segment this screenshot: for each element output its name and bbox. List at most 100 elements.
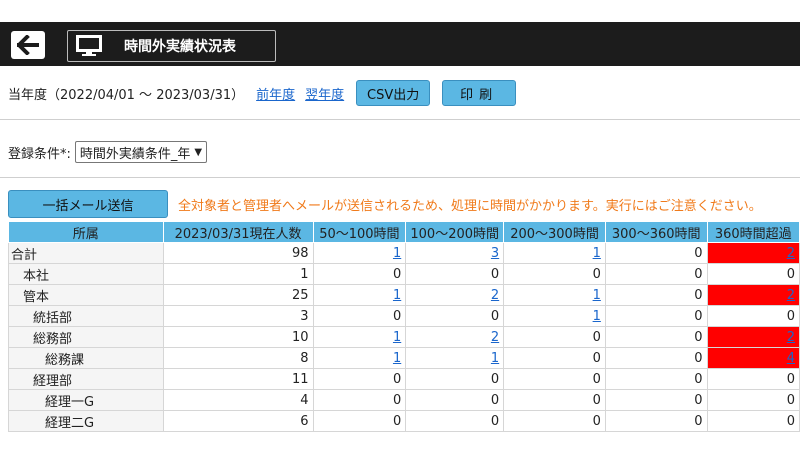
count-link[interactable]: 1: [393, 288, 401, 303]
count-link[interactable]: 1: [593, 246, 601, 261]
table-cell: 6: [162, 410, 314, 432]
table-cell: 2: [706, 326, 800, 348]
count-link[interactable]: 1: [593, 288, 601, 303]
table-cell: 4: [706, 347, 800, 369]
department-name: 本社: [8, 263, 164, 285]
table-row: 統括部 3 0 0 1 0 0: [8, 305, 800, 327]
table-cell: 3: [162, 305, 314, 327]
department-name: 総務課: [8, 347, 164, 369]
prev-year-link[interactable]: 前年度: [256, 84, 295, 103]
back-button[interactable]: [11, 31, 45, 59]
period-label: 当年度（2022/04/01 〜 2023/03/31）: [8, 87, 245, 103]
table-cell: 0: [405, 389, 505, 411]
table-cell: 0: [604, 284, 708, 306]
table-cell: 0: [706, 368, 800, 390]
department-name: 管本: [8, 284, 164, 306]
table-cell: 0: [706, 410, 800, 432]
table-cell: 98: [162, 242, 314, 264]
table-row: 経理二G 6 0 0 0 0 0: [8, 410, 800, 432]
monitor-icon: [76, 35, 102, 56]
condition-row: 登録条件*: 時間外実績条件_年 ▼: [8, 141, 208, 163]
table-cell: 1: [405, 347, 505, 369]
table-cell: 11: [162, 368, 314, 390]
table-cell: 3: [405, 242, 505, 264]
column-header: 所属: [8, 221, 164, 243]
count-link[interactable]: 2: [491, 288, 499, 303]
table-cell: 0: [706, 305, 800, 327]
title-box: 時間外実績状況表: [67, 30, 276, 62]
mail-warning: 全対象者と管理者へメールが送信されるため、処理に時間がかかります。実行にはご注意…: [178, 198, 762, 214]
table-row: 経理部 11 0 0 0 0 0: [8, 368, 800, 390]
table-cell: 0: [503, 263, 606, 285]
department-name: 経理二G: [8, 410, 164, 432]
table-cell: 0: [604, 263, 708, 285]
department-name: 総務部: [8, 326, 164, 348]
table-cell: 8: [162, 347, 314, 369]
condition-label: 登録条件*:: [8, 146, 71, 162]
department-name: 統括部: [8, 305, 164, 327]
table-cell: 1: [312, 284, 407, 306]
column-header: 300〜360時間: [604, 221, 708, 243]
divider: [0, 177, 800, 178]
table-cell: 1: [503, 305, 606, 327]
table-cell: 1: [312, 326, 407, 348]
chevron-down-icon: ▼: [194, 146, 203, 158]
table-row: 管本 25 1 2 1 0 2: [8, 284, 800, 306]
count-link[interactable]: 1: [393, 351, 401, 366]
count-link[interactable]: 1: [593, 309, 601, 324]
department-name: 経理一G: [8, 389, 164, 411]
table-cell: 0: [405, 263, 505, 285]
table-cell: 1: [162, 263, 314, 285]
table-cell: 0: [312, 368, 407, 390]
table-row: 総務課 8 1 1 0 0 4: [8, 347, 800, 369]
table-cell: 4: [162, 389, 314, 411]
count-link[interactable]: 1: [393, 246, 401, 261]
table-header-row: 所属 2023/03/31現在人数 50〜100時間 100〜200時間 200〜300…: [8, 221, 800, 243]
bulk-mail-button[interactable]: 一括メール送信: [8, 190, 168, 218]
table-cell: 1: [312, 242, 407, 264]
table-cell: 2: [706, 242, 800, 264]
table-cell: 0: [503, 389, 606, 411]
count-link[interactable]: 1: [393, 330, 401, 345]
table-cell: 0: [604, 410, 708, 432]
table-cell: 0: [405, 305, 505, 327]
table-cell: 25: [162, 284, 314, 306]
table-row: 経理一G 4 0 0 0 0 0: [8, 389, 800, 411]
csv-export-button[interactable]: CSV出力: [356, 80, 431, 106]
table-cell: 0: [604, 389, 708, 411]
page-title: 時間外実績状況表: [124, 39, 236, 55]
table-cell: 0: [604, 326, 708, 348]
department-name: 合計: [8, 242, 164, 264]
column-header: 2023/03/31現在人数: [162, 221, 314, 243]
count-link[interactable]: 2: [787, 246, 795, 261]
table-cell: 10: [162, 326, 314, 348]
table-row: 本社 1 0 0 0 0 0: [8, 263, 800, 285]
table-cell: 0: [706, 263, 800, 285]
condition-selected: 時間外実績条件_年: [79, 146, 191, 162]
divider: [0, 119, 800, 120]
count-link[interactable]: 2: [787, 330, 795, 345]
table-cell: 0: [503, 368, 606, 390]
condition-select[interactable]: 時間外実績条件_年 ▼: [74, 141, 208, 163]
print-button[interactable]: 印刷: [442, 80, 517, 106]
table-cell: 1: [312, 347, 407, 369]
table-row: 合計 98 1 3 1 0 2: [8, 242, 800, 264]
table-row: 総務部 10 1 2 0 0 2: [8, 326, 800, 348]
table-cell: 0: [604, 347, 708, 369]
count-link[interactable]: 2: [491, 330, 499, 345]
count-link[interactable]: 3: [491, 246, 499, 261]
column-header: 50〜100時間: [312, 221, 407, 243]
table-cell: 0: [503, 410, 606, 432]
count-link[interactable]: 1: [491, 351, 499, 366]
count-link[interactable]: 4: [787, 351, 795, 366]
table-cell: 0: [312, 389, 407, 411]
table-cell: 2: [706, 284, 800, 306]
table-cell: 0: [312, 305, 407, 327]
column-header: 100〜200時間: [405, 221, 505, 243]
count-link[interactable]: 2: [787, 288, 795, 303]
next-year-link[interactable]: 翌年度: [305, 84, 344, 103]
app-header: 時間外実績状況表: [0, 22, 800, 66]
year-bar: 当年度（2022/04/01 〜 2023/03/31） 前年度 翌年度 CSV…: [0, 78, 800, 108]
column-header: 360時間超過: [706, 221, 800, 243]
table-cell: 0: [706, 389, 800, 411]
